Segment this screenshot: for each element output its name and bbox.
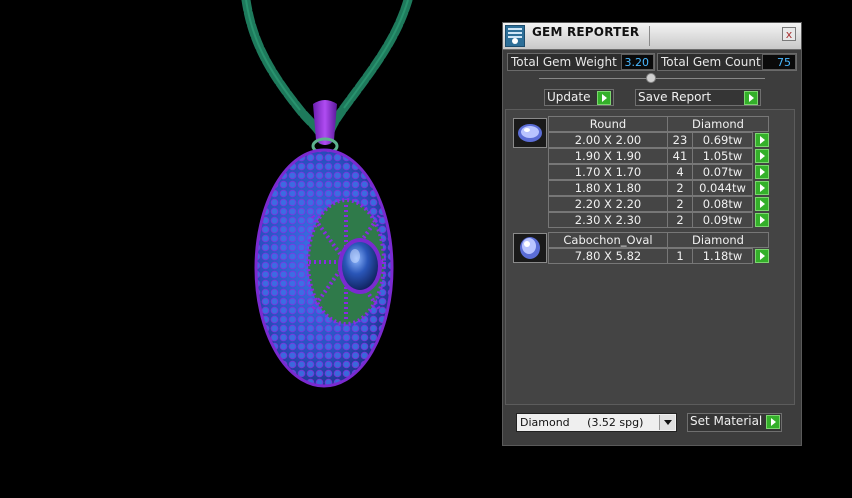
- update-label: Update: [547, 90, 591, 104]
- row-size: 1.80 X 1.80: [548, 180, 668, 196]
- close-icon: x: [785, 28, 793, 41]
- save-report-label: Save Report: [638, 90, 712, 104]
- row-size: 1.70 X 1.70: [548, 164, 668, 180]
- 3d-viewport[interactable]: [0, 0, 500, 498]
- cabochon-gem-thumbnail: [513, 233, 547, 263]
- gem-reporter-panel: GEM REPORTER x Total Gem Weight 3.20 Tot…: [502, 22, 802, 446]
- row-size: 2.20 X 2.20: [548, 196, 668, 212]
- total-count-label: Total Gem Count: [661, 55, 761, 69]
- total-weight-value: 3.20: [621, 54, 654, 70]
- titlebar-divider: [649, 26, 650, 46]
- row-count: 2: [667, 212, 693, 228]
- row-select-button[interactable]: [755, 249, 769, 263]
- material-selected-value: Diamond (3.52 spg): [520, 416, 644, 429]
- row-weight: 0.044tw: [692, 180, 753, 196]
- group-material-header: Diamond: [667, 232, 769, 248]
- save-report-button[interactable]: Save Report: [635, 89, 761, 106]
- round-gem-thumbnail: [513, 118, 547, 148]
- set-material-go-icon: [766, 415, 780, 429]
- gem-reporter-icon: [505, 25, 525, 47]
- row-count: 2: [667, 196, 693, 212]
- row-weight: 1.05tw: [692, 148, 753, 164]
- total-count-group: Total Gem Count 75: [657, 53, 797, 71]
- total-weight-label: Total Gem Weight: [511, 55, 617, 69]
- row-select-button[interactable]: [755, 133, 769, 147]
- row-select-button[interactable]: [755, 165, 769, 179]
- save-report-go-icon: [744, 91, 758, 105]
- total-count-value: 75: [762, 54, 796, 70]
- total-weight-group: Total Gem Weight 3.20: [507, 53, 655, 71]
- set-material-label: Set Material: [690, 414, 763, 428]
- row-weight: 0.09tw: [692, 212, 753, 228]
- row-count: 1: [667, 248, 693, 264]
- group-material-header: Diamond: [667, 116, 769, 132]
- panel-slider-handle[interactable]: [646, 73, 656, 83]
- row-size: 7.80 X 5.82: [548, 248, 668, 264]
- row-size: 2.00 X 2.00: [548, 132, 668, 148]
- set-material-button[interactable]: Set Material: [687, 413, 782, 432]
- update-go-icon: [597, 91, 611, 105]
- material-dropdown[interactable]: Diamond (3.52 spg): [516, 413, 677, 432]
- update-button[interactable]: Update: [544, 89, 614, 106]
- row-select-button[interactable]: [755, 181, 769, 195]
- group-shape-header: Round: [548, 116, 668, 132]
- row-size: 1.90 X 1.90: [548, 148, 668, 164]
- row-count: 23: [667, 132, 693, 148]
- row-count: 41: [667, 148, 693, 164]
- chevron-down-icon: [659, 415, 675, 430]
- gem-table-area: Round Diamond 2.00 X 2.00 23 0.69tw 1.90…: [505, 109, 795, 405]
- close-button[interactable]: x: [782, 27, 796, 41]
- row-count: 2: [667, 180, 693, 196]
- panel-titlebar[interactable]: GEM REPORTER x: [503, 23, 801, 50]
- row-weight: 0.69tw: [692, 132, 753, 148]
- pendant-render: [241, 0, 413, 388]
- panel-title: GEM REPORTER: [532, 25, 640, 39]
- row-weight: 1.18tw: [692, 248, 753, 264]
- row-select-button[interactable]: [755, 197, 769, 211]
- group-shape-header: Cabochon_Oval: [548, 232, 668, 248]
- row-select-button[interactable]: [755, 213, 769, 227]
- row-weight: 0.07tw: [692, 164, 753, 180]
- row-select-button[interactable]: [755, 149, 769, 163]
- row-weight: 0.08tw: [692, 196, 753, 212]
- row-count: 4: [667, 164, 693, 180]
- row-size: 2.30 X 2.30: [548, 212, 668, 228]
